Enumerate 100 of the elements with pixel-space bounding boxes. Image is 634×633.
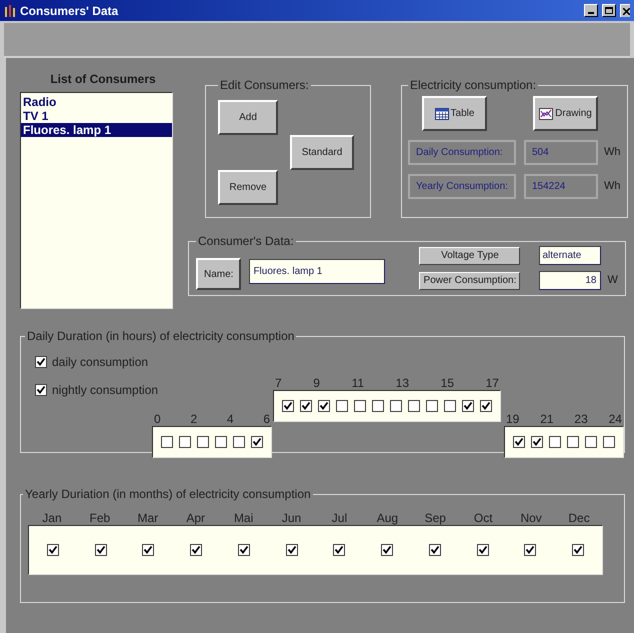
checkbox[interactable] <box>282 400 294 412</box>
hour-label: 23 <box>574 411 588 426</box>
reading-label: Daily Consumption: <box>408 140 516 165</box>
checkbox[interactable] <box>286 544 298 556</box>
group-title: Edit Consumers: <box>219 77 310 94</box>
month-label: Jun <box>282 510 302 527</box>
checkbox[interactable] <box>318 400 330 412</box>
checkbox[interactable] <box>336 400 348 412</box>
checkbox[interactable] <box>179 436 191 448</box>
hour-label: 7 <box>275 375 282 390</box>
unit-label: W <box>607 273 618 288</box>
month-label: Jan <box>42 510 62 527</box>
power-consumption-label: Power Consumption: <box>419 272 520 290</box>
checkbox[interactable] <box>333 544 346 556</box>
checkbox[interactable] <box>585 436 597 448</box>
maximize-button[interactable] <box>602 4 616 17</box>
checkbox[interactable] <box>531 436 543 448</box>
list-item[interactable]: Fluores. lamp 1 <box>21 123 172 137</box>
hour-label: 9 <box>313 375 320 390</box>
checkbox[interactable] <box>238 544 250 556</box>
hour-label: 17 <box>486 375 499 390</box>
checkbox[interactable] <box>46 544 59 556</box>
action-button[interactable]: Remove <box>218 170 278 205</box>
hour-label: 0 <box>154 411 161 426</box>
checkbox[interactable] <box>476 544 489 556</box>
hour-label: 4 <box>226 411 234 426</box>
checkbox[interactable] <box>142 544 154 556</box>
unit-label: Wh <box>604 145 620 160</box>
hour-label: 13 <box>396 375 410 390</box>
checkbox[interactable] <box>215 436 227 448</box>
checkbox[interactable] <box>300 400 312 412</box>
table-icon <box>434 108 449 120</box>
checkbox[interactable] <box>480 400 492 412</box>
month-label: Feb <box>90 510 110 527</box>
group-title: Consumer's Data: <box>197 233 295 250</box>
action-button[interactable]: Table <box>422 96 487 131</box>
checkbox[interactable] <box>35 384 47 396</box>
checkbox[interactable] <box>161 436 173 448</box>
voltage-type-field[interactable]: alternate <box>539 246 602 265</box>
month-label: Jul <box>332 510 348 527</box>
checkbox[interactable] <box>190 544 202 556</box>
checkbox[interactable] <box>408 400 420 412</box>
hour-label: 2 <box>190 411 198 426</box>
minimize-button[interactable] <box>584 4 598 17</box>
action-button[interactable]: Standard <box>290 135 354 170</box>
month-label: Mai <box>234 510 254 527</box>
month-label: Aug <box>376 510 398 527</box>
reading-value: 504 <box>524 140 598 165</box>
month-label: Mar <box>137 510 158 527</box>
action-button[interactable]: Add <box>218 100 278 135</box>
hour-label: 24 <box>608 411 622 426</box>
checkbox[interactable] <box>567 436 579 448</box>
checkbox[interactable] <box>381 544 394 556</box>
app-icon <box>4 4 16 18</box>
action-button[interactable]: Drawing <box>533 96 598 131</box>
unit-label: Wh <box>604 179 620 194</box>
checkbox[interactable] <box>197 436 209 448</box>
close-button[interactable] <box>620 4 630 17</box>
checkbox[interactable] <box>372 400 384 412</box>
hour-label: 19 <box>506 411 520 426</box>
hour-label: 21 <box>540 411 554 426</box>
checkbox[interactable] <box>233 436 245 448</box>
group-title: Yearly Duriation (in months) of electricity consumption <box>24 486 312 503</box>
checkbox[interactable] <box>603 436 615 448</box>
name-field[interactable]: Fluores. lamp 1 <box>249 258 386 284</box>
hour-label: 6 <box>263 411 270 426</box>
close-icon <box>623 8 630 14</box>
checkbox[interactable] <box>524 544 536 556</box>
checkbox[interactable] <box>572 544 584 556</box>
checkbox[interactable] <box>549 436 561 448</box>
reading-value: 154224 <box>524 174 598 199</box>
checkbox[interactable] <box>444 400 456 412</box>
checkbox-label: nightly consumption <box>52 382 158 399</box>
reading-label: Yearly Consumption: <box>408 174 516 199</box>
list-title: List of Consumers <box>50 71 156 88</box>
checkbox[interactable] <box>390 400 402 412</box>
checkbox[interactable] <box>428 544 441 556</box>
month-label: Oct <box>474 510 493 527</box>
checkbox[interactable] <box>94 544 107 556</box>
chart-icon <box>539 108 554 120</box>
checkbox-label: daily consumption <box>52 354 148 371</box>
checkbox[interactable] <box>251 436 263 448</box>
checkbox[interactable] <box>426 400 438 412</box>
maximize-icon <box>605 7 613 14</box>
list-item[interactable]: TV 1 <box>21 109 172 123</box>
window-title: Consumers' Data <box>20 2 118 20</box>
checkbox[interactable] <box>462 400 474 412</box>
checkbox[interactable] <box>35 356 47 368</box>
hour-label: 11 <box>352 375 364 390</box>
power-consumption-field[interactable]: 18 <box>539 271 602 290</box>
month-label: Apr <box>186 510 206 527</box>
minimize-icon <box>588 12 594 14</box>
group-title: Daily Duration (in hours) of electricity consumption <box>26 328 296 345</box>
name-label: Name: <box>196 258 242 290</box>
month-label: Sep <box>424 510 446 527</box>
checkbox[interactable] <box>513 436 525 448</box>
consumer-list[interactable]: Radio TV 1 Fluores. lamp 1 <box>20 92 173 309</box>
checkbox[interactable] <box>354 400 366 412</box>
list-item[interactable]: Radio <box>21 95 172 109</box>
month-label: Dec <box>568 510 590 527</box>
